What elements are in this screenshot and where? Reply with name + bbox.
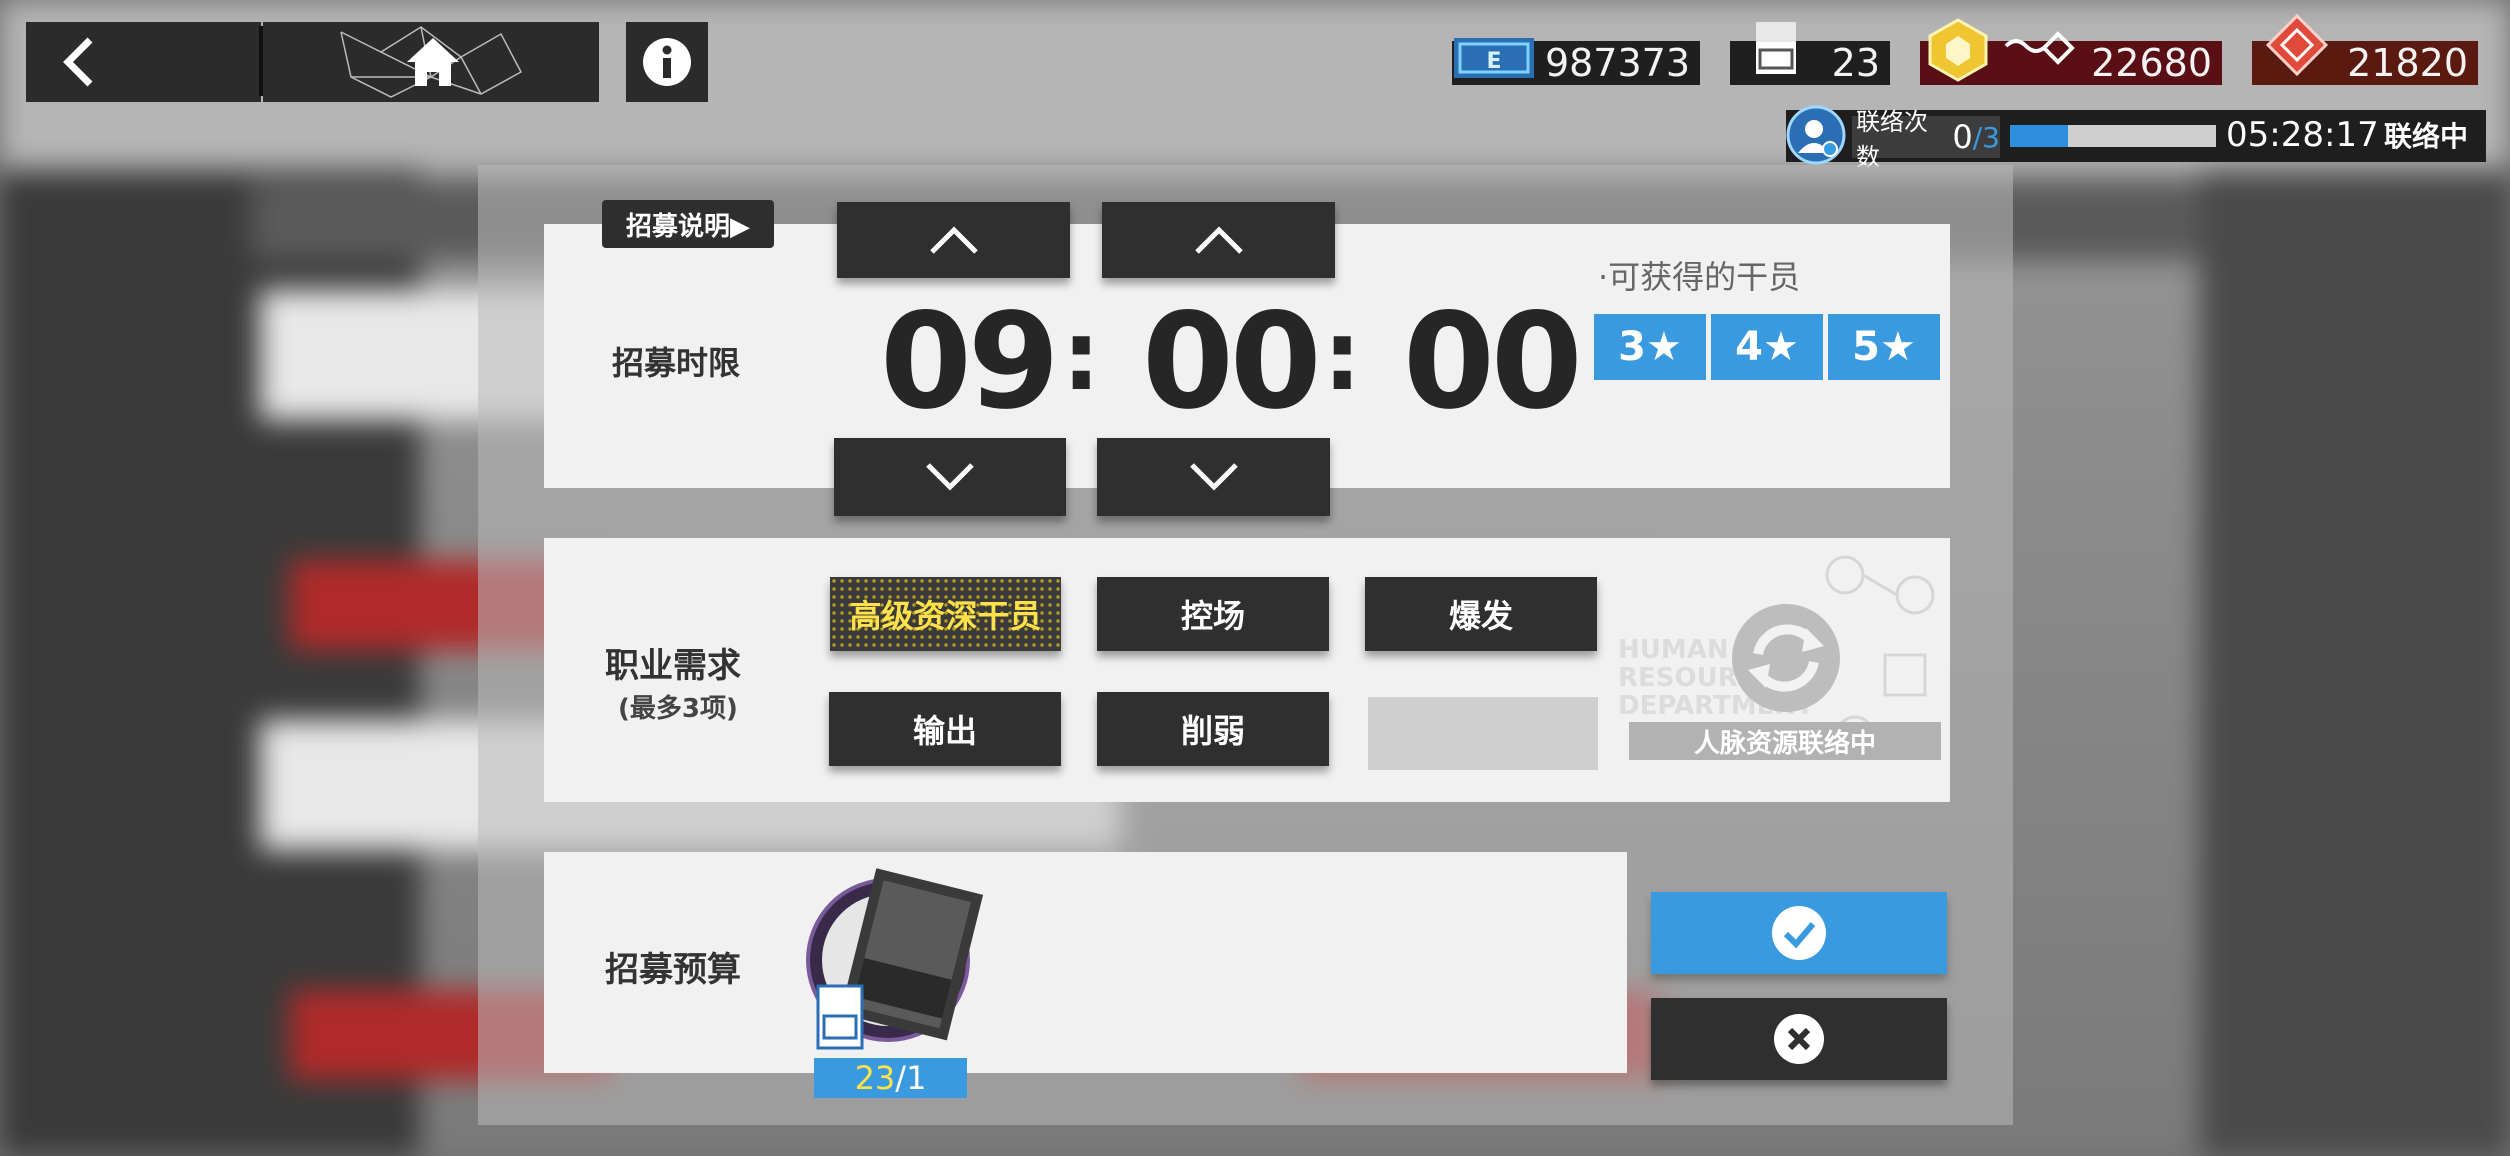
star-3-badge[interactable]: 3★ bbox=[1594, 314, 1706, 380]
close-icon bbox=[1774, 1014, 1824, 1064]
time-limit-label: 招募时限 bbox=[612, 344, 741, 382]
seconds-value: 00 bbox=[1403, 285, 1583, 439]
recruit-permit-item-icon bbox=[806, 868, 984, 1050]
time-colon: : bbox=[1062, 300, 1101, 412]
chevron-up-icon bbox=[929, 226, 978, 254]
svg-text:E: E bbox=[1486, 49, 1501, 74]
contact-progress-fill bbox=[2010, 125, 2068, 147]
tag-crowd-control[interactable]: 控场 bbox=[1097, 577, 1329, 651]
home-icon bbox=[407, 38, 459, 86]
contact-status: 联络中 bbox=[2384, 120, 2469, 153]
contact-progress-track bbox=[2010, 125, 2216, 147]
cancel-button[interactable] bbox=[1651, 998, 1947, 1080]
tag-senior-operator[interactable]: 高级资深干员 bbox=[830, 577, 1061, 651]
budget-label: 招募预算 bbox=[605, 950, 741, 990]
lmd-icon: E bbox=[1454, 38, 1534, 78]
recruit-permit-icon bbox=[1756, 22, 1796, 74]
tag-nuker[interactable]: 爆发 bbox=[1365, 577, 1597, 651]
profession-label: 职业需求 bbox=[605, 646, 741, 686]
chevron-left-icon bbox=[63, 37, 93, 87]
star-4-badge[interactable]: 4★ bbox=[1711, 314, 1823, 380]
confirm-button[interactable] bbox=[1651, 892, 1947, 974]
chevron-down-icon bbox=[1189, 463, 1238, 491]
back-button[interactable] bbox=[26, 22, 261, 102]
minutes-value: 00 bbox=[1142, 285, 1322, 439]
contact-avatar-icon[interactable] bbox=[1784, 103, 1848, 167]
hour-up-button[interactable] bbox=[837, 202, 1070, 278]
minute-up-button[interactable] bbox=[1102, 202, 1335, 278]
tag-debuff[interactable]: 削弱 bbox=[1097, 692, 1329, 766]
profession-limit-note: (最多3项) bbox=[618, 694, 738, 724]
chevron-up-icon bbox=[1194, 226, 1243, 254]
time-colon: : bbox=[1323, 300, 1362, 412]
chevron-down-icon bbox=[926, 463, 974, 491]
hr-contact-status: 人脉资源联络中 bbox=[1629, 722, 1941, 760]
hours-value: 09 bbox=[880, 285, 1060, 439]
obtainable-operators-label: ·可获得的干员 bbox=[1598, 258, 1801, 296]
tag-dps[interactable]: 输出 bbox=[829, 692, 1061, 766]
info-icon bbox=[643, 38, 691, 86]
contact-timer: 05:28:17 bbox=[2226, 115, 2379, 155]
info-button[interactable] bbox=[626, 22, 708, 102]
permit-count-badge: 23 /1 bbox=[814, 1058, 967, 1098]
help-button[interactable]: 招募说明▶ bbox=[602, 200, 774, 248]
originium-icon bbox=[1928, 18, 2075, 82]
home-button[interactable] bbox=[263, 22, 599, 102]
contact-label: 联络次数 0 /3 bbox=[1852, 108, 2000, 171]
check-icon bbox=[1772, 906, 1826, 960]
refresh-icon[interactable] bbox=[1726, 598, 1846, 718]
orundum-icon bbox=[2265, 13, 2329, 77]
minute-down-button[interactable] bbox=[1097, 438, 1330, 516]
star-5-badge[interactable]: 5★ bbox=[1828, 314, 1940, 380]
tag-empty-slot bbox=[1368, 697, 1598, 770]
hour-down-button[interactable] bbox=[834, 438, 1066, 516]
